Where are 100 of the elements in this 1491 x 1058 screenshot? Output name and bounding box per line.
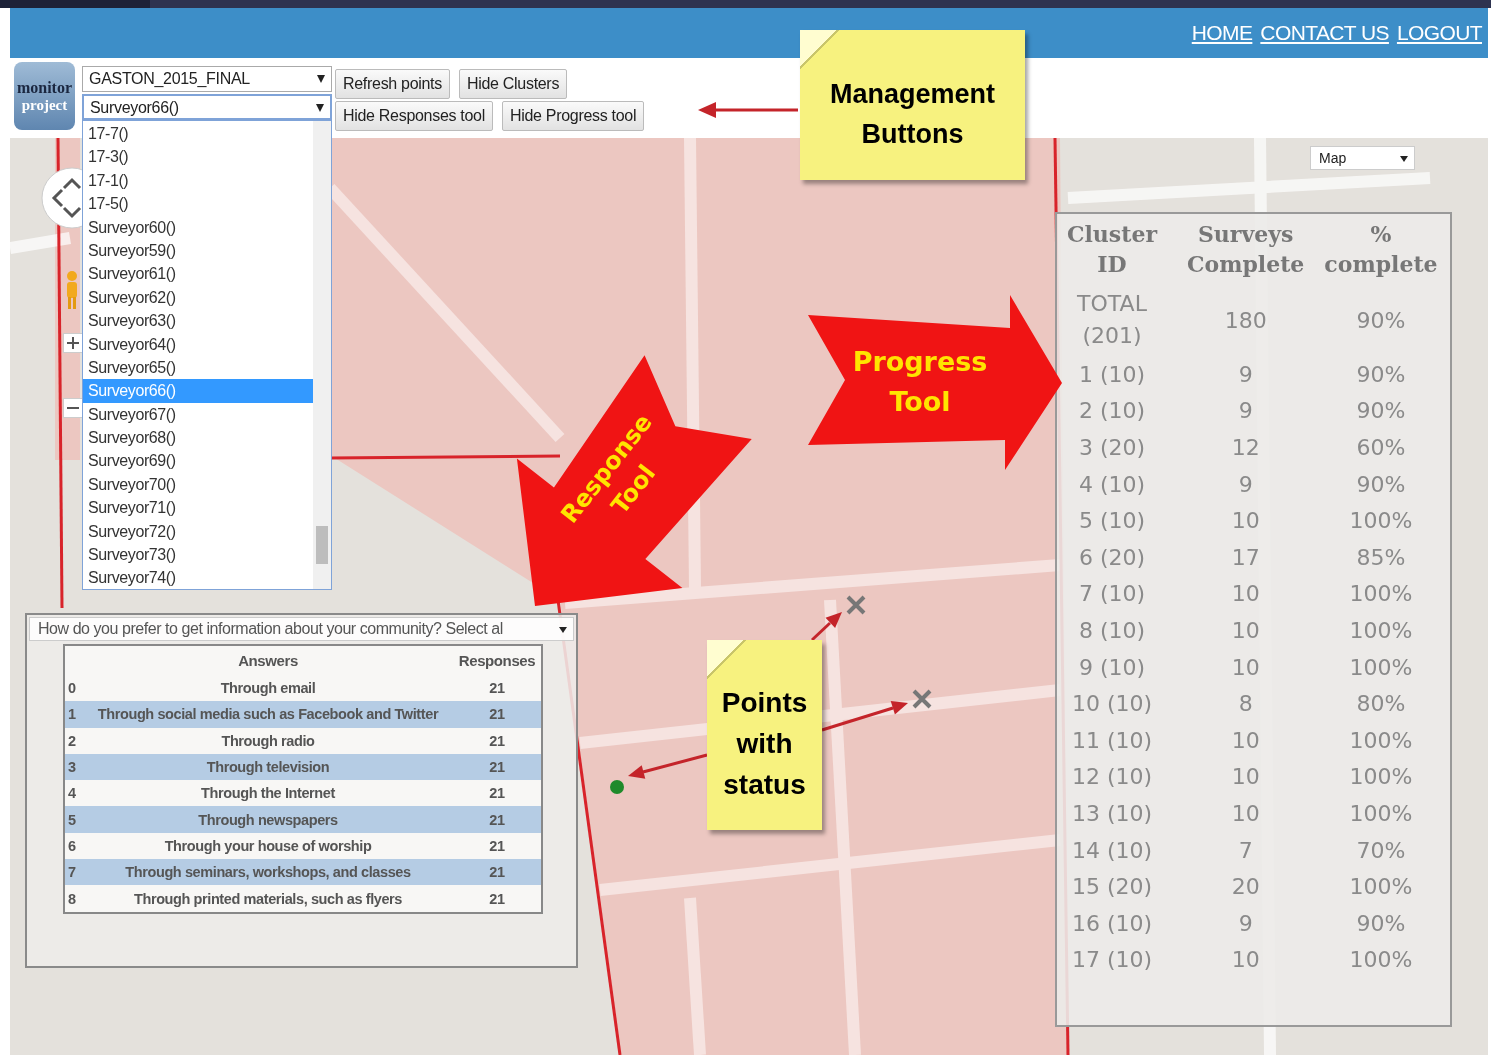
table-cell: Through seminars, workshops, and classes	[83, 859, 453, 886]
table-cell-text: 10	[1230, 580, 1261, 609]
table-cell-text: 2 (10)	[1077, 397, 1147, 426]
scrollbar[interactable]	[313, 121, 331, 589]
dropdown-option[interactable]: Surveyor68()	[83, 426, 313, 450]
project-select[interactable]: GASTON_2015_FINAL	[82, 66, 332, 92]
dropdown-option[interactable]: Surveyor67()	[83, 402, 313, 427]
table-cell: Through the Internet	[83, 780, 453, 807]
dropdown-option[interactable]: Surveyor72()	[83, 519, 313, 544]
table-cell-text: 12 (10)	[1070, 763, 1154, 792]
toolbar-button[interactable]: Hide Clusters	[458, 69, 568, 99]
row-number: 3	[64, 753, 83, 781]
table-cell-text: 9	[1237, 360, 1254, 389]
table-cell-text: 17 (10)	[1070, 946, 1154, 975]
table-cell-text: 10	[1230, 653, 1261, 682]
dropdown-option[interactable]: 17-5()	[83, 192, 313, 216]
zoom-out-icon[interactable]	[63, 398, 83, 418]
column-header: Responses	[453, 645, 542, 675]
table-cell-text: 9	[1237, 470, 1254, 499]
dropdown-option[interactable]: 17-3()	[83, 145, 313, 169]
table-cell-text: 10	[1230, 763, 1261, 792]
toolbar-button[interactable]: Hide Progress tool	[501, 101, 645, 131]
dropdown-option[interactable]: Surveyor62()	[83, 285, 313, 310]
dropdown-option[interactable]: Surveyor71()	[83, 496, 313, 520]
table-cell: Through social media such as Facebook and Twitter	[83, 701, 453, 728]
table-cell: Through television	[83, 753, 453, 781]
table-cell-text: 100%	[1348, 799, 1414, 828]
table-cell-text: 100%	[1348, 873, 1414, 902]
table-cell-text: 9	[1237, 397, 1254, 426]
table-cell: 21	[453, 727, 542, 754]
surveyor-select[interactable]: Surveyor66()	[82, 94, 332, 120]
table-cell-text: 1 (10)	[1077, 360, 1147, 389]
table-cell-text: 7 (10)	[1077, 580, 1147, 609]
table-cell-text: 10	[1230, 726, 1261, 755]
column-header: Cluster ID	[1066, 220, 1159, 279]
table-cell: 21	[453, 859, 542, 886]
table-cell-text: 90%	[1355, 470, 1407, 499]
dropdown-option[interactable]: Surveyor65()	[83, 355, 313, 380]
question-select[interactable]: How do you prefer to get information about your community? Select al	[29, 617, 574, 641]
nav-link[interactable]: LOGOUT	[1396, 21, 1482, 45]
dropdown-option[interactable]: Surveyor73()	[83, 543, 313, 567]
caret-icon	[316, 104, 324, 112]
dropdown-option[interactable]: Surveyor60()	[83, 215, 313, 239]
zoom-in-icon[interactable]	[63, 333, 83, 353]
row-number: 4	[64, 780, 83, 807]
arrow-label: Progress Tool	[851, 345, 989, 419]
toolbar-button[interactable]: Refresh points	[335, 69, 450, 99]
table-cell-text: 90%	[1355, 360, 1407, 389]
row-number: 8	[64, 885, 83, 913]
map-type-select[interactable]: Map	[1310, 146, 1415, 170]
table-cell-text: 4 (10)	[1077, 470, 1147, 499]
column-header: % complete	[1324, 220, 1438, 279]
table-cell-text: 9	[1237, 909, 1254, 938]
table-cell-text: 100%	[1348, 580, 1414, 609]
cross-marker-icon[interactable]	[844, 593, 868, 617]
table-cell-text: 10	[1230, 616, 1261, 645]
dropdown-option[interactable]: Surveyor69()	[83, 449, 313, 473]
table-cell-text: 60%	[1355, 434, 1407, 462]
table-cell-text: 10	[1230, 507, 1261, 536]
table-cell: 21	[453, 701, 542, 728]
table-cell-text: 3 (20)	[1077, 434, 1147, 462]
dropdown-option[interactable]: Surveyor59()	[83, 238, 313, 263]
dropdown-option[interactable]: Surveyor74()	[83, 566, 313, 590]
dropdown-option[interactable]: Surveyor61()	[83, 262, 313, 286]
dropdown-option[interactable]: 17-7()	[83, 122, 313, 146]
cross-marker-icon[interactable]	[910, 687, 934, 711]
table-cell: 21	[453, 675, 542, 702]
table-cell-text: 16 (10)	[1070, 909, 1154, 938]
caret-icon	[559, 627, 567, 633]
nav-link[interactable]: CONTACT US	[1260, 21, 1389, 45]
row-number: 2	[64, 727, 83, 754]
nav-link[interactable]: HOME	[1191, 21, 1253, 45]
toolbar-button[interactable]: Hide Responses tool	[335, 101, 493, 131]
dropdown-option[interactable]: Surveyor64()	[83, 332, 313, 356]
table-cell-text: 70%	[1355, 836, 1407, 865]
table-cell-text: 100%	[1348, 507, 1414, 536]
table-cell-text: 90%	[1355, 306, 1407, 335]
table-cell-text: 10 (10)	[1070, 690, 1154, 719]
table-cell: 21	[453, 885, 542, 913]
sticky-note: Management Buttons	[800, 30, 1025, 180]
row-number: 1	[64, 701, 83, 728]
dropdown-option[interactable]: 17-1()	[83, 168, 313, 193]
table-cell: 21	[453, 753, 542, 781]
table-cell-text: 14 (10)	[1070, 836, 1154, 865]
table-cell-text: 5 (10)	[1077, 507, 1147, 536]
row-number: 7	[64, 859, 83, 886]
caret-icon	[1400, 156, 1408, 162]
table-cell-text: 100%	[1348, 653, 1414, 682]
table-cell-text: 10	[1230, 799, 1261, 828]
column-header: Surveys Complete	[1186, 220, 1306, 279]
table-cell-text: 9 (10)	[1077, 653, 1147, 682]
row-number: 0	[64, 675, 83, 702]
table-cell-text: 180	[1223, 306, 1268, 335]
dropdown-option[interactable]: Surveyor63()	[83, 309, 313, 333]
table-cell-text: 85%	[1355, 543, 1407, 572]
dropdown-option[interactable]: Surveyor70()	[83, 472, 313, 497]
leader-arrow	[810, 612, 842, 642]
table-cell-text: 15 (20)	[1070, 873, 1154, 902]
table-cell-text: 90%	[1355, 397, 1407, 426]
table-cell-text: 100%	[1348, 946, 1414, 975]
